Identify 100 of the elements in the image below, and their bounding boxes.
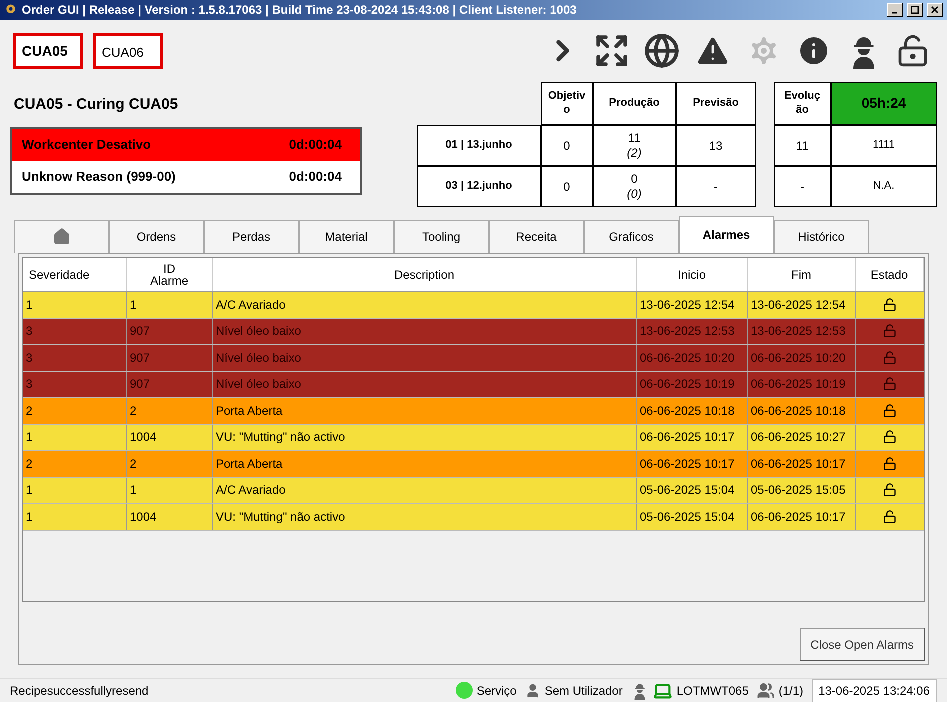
- production-subcount: (0): [627, 186, 642, 202]
- severity-value: 2: [26, 456, 33, 473]
- end-time: 06-06-2025 10:18: [751, 402, 846, 420]
- alarm-description: Nível óleo baixo: [216, 323, 302, 340]
- end-time: 06-06-2025 10:27: [751, 429, 846, 446]
- production-count: 11: [628, 130, 641, 146]
- tab[interactable]: Histórico: [774, 220, 869, 253]
- alarm-row[interactable]: 1 1 A/C Avariado 05-06-2025 15:04 05-06-2025 15:05: [23, 478, 924, 504]
- globe-icon[interactable]: [644, 33, 680, 69]
- table-cell: N.A.: [831, 166, 937, 207]
- tab[interactable]: Alarmes: [679, 216, 774, 253]
- table-cell: 0: [541, 125, 593, 166]
- end-time: 06-06-2025 10:17: [751, 508, 846, 526]
- alarm-description: VU: "Mutting" não activo: [216, 508, 346, 526]
- status-datetime: 13-06-2025 13:24:06: [812, 678, 937, 702]
- user-icon: [524, 682, 541, 698]
- alarm-row[interactable]: 1 1004 VU: "Mutting" não activo 06-06-2025 10:17 06-06-2025 10:27: [23, 424, 924, 451]
- service-label: Serviço: [476, 682, 517, 700]
- production-count: 0: [631, 172, 638, 186]
- expand-icon[interactable]: [594, 33, 630, 69]
- table-cell: -: [774, 166, 831, 207]
- table-cell: 13: [676, 125, 756, 166]
- end-time: 13-06-2025 12:53: [751, 323, 846, 340]
- severity-value: 1: [26, 482, 33, 500]
- unlock-icon: [883, 377, 897, 392]
- unlock-icon: [883, 350, 897, 365]
- column-header: Previsão: [676, 82, 756, 125]
- end-time: 05-06-2025 15:05: [751, 482, 846, 500]
- unlock-icon: [883, 483, 897, 498]
- severity-value: 3: [26, 376, 33, 394]
- shift-cell: 03 | 12.junho: [417, 166, 541, 207]
- home-tab[interactable]: [14, 220, 109, 253]
- alarm-description: VU: "Mutting" não activo: [216, 429, 346, 446]
- end-time: 06-06-2025 10:20: [751, 350, 846, 367]
- column-header: Description: [213, 258, 637, 291]
- session-count: (1/1): [778, 682, 804, 700]
- unlock-icon[interactable]: [896, 34, 930, 68]
- table-cell: 0: [541, 166, 593, 207]
- severity-value: 1: [26, 429, 33, 446]
- end-time: 13-06-2025 12:54: [751, 296, 846, 314]
- alarm-description: Nível óleo baixo: [216, 350, 302, 367]
- column-header: ID Alarme: [127, 258, 213, 291]
- alarm-id: 907: [130, 323, 150, 340]
- table-cell: 1111: [831, 125, 937, 166]
- column-header: Fim: [748, 258, 856, 291]
- start-time: 06-06-2025 10:17: [640, 456, 735, 473]
- alarm-id: 907: [130, 350, 150, 367]
- alarm-id: 1004: [130, 508, 157, 526]
- table-cell: -: [676, 166, 756, 207]
- alarm-description: Porta Aberta: [216, 402, 283, 420]
- close-button[interactable]: [927, 3, 943, 17]
- alarm-row[interactable]: 2 2 Porta Aberta 06-06-2025 10:18 06-06-2025 10:18: [23, 398, 924, 424]
- unlock-icon: [883, 298, 897, 312]
- alarm-row[interactable]: 1 1 A/C Avariado 13-06-2025 12:54 13-06-2025 12:54: [23, 292, 924, 318]
- alarm-row[interactable]: 1 1004 VU: "Mutting" não activo 05-06-2025 15:04 06-06-2025 10:17: [23, 504, 924, 530]
- maximize-icon: [911, 6, 919, 14]
- column-header: Inicio: [637, 258, 748, 291]
- status-duration: 0d:00:04: [289, 168, 343, 186]
- unlock-icon: [883, 510, 897, 524]
- tab[interactable]: Tooling: [394, 220, 489, 253]
- column-header: Objetiv o: [541, 82, 593, 125]
- tab[interactable]: Ordens: [109, 220, 204, 253]
- maximize-button[interactable]: [907, 3, 923, 17]
- alarm-description: A/C Avariado: [216, 482, 286, 500]
- start-time: 06-06-2025 10:18: [640, 402, 735, 420]
- start-time: 06-06-2025 10:17: [640, 429, 735, 446]
- tab[interactable]: Perdas: [204, 220, 299, 253]
- status-reason: Unknow Reason (999-00): [22, 168, 176, 186]
- start-time: 13-06-2025 12:53: [640, 323, 735, 340]
- alarm-id: 2: [130, 402, 137, 420]
- unlock-icon: [883, 430, 897, 444]
- severity-value: 1: [26, 508, 33, 526]
- shift-cell: 01 | 13.junho: [417, 125, 541, 166]
- severity-value: 3: [26, 350, 33, 367]
- alarm-id: 2: [130, 456, 137, 473]
- workcenter-title: CUA05 - Curing CUA05: [13, 95, 180, 115]
- alarm-row[interactable]: 2 2 Porta Aberta 06-06-2025 10:17 06-06-2025 10:17: [23, 451, 924, 478]
- status-reason: Workcenter Desativo: [22, 136, 152, 154]
- close-alarms-button[interactable]: Close Open Alarms: [800, 628, 925, 661]
- start-time: 06-06-2025 10:20: [640, 350, 735, 367]
- end-time: 06-06-2025 10:17: [751, 456, 846, 473]
- minimize-button[interactable]: [887, 3, 903, 17]
- alarm-id: 907: [130, 376, 150, 394]
- status-message: Recipesuccessfullyresend: [10, 682, 149, 700]
- column-header: Severidade: [23, 258, 127, 291]
- tab[interactable]: Receita: [489, 220, 584, 253]
- tab[interactable]: Graficos: [584, 220, 679, 253]
- severity-value: 2: [26, 402, 33, 420]
- production-subcount: (2): [627, 146, 642, 160]
- machine-name: LOTMWT065: [676, 682, 749, 700]
- tab[interactable]: Material: [299, 220, 394, 253]
- station-button[interactable]: CUA06: [93, 33, 163, 69]
- station-button[interactable]: CUA05: [13, 33, 83, 69]
- start-time: 06-06-2025 10:19: [640, 376, 735, 394]
- alarm-id: 1: [130, 296, 137, 314]
- alarm-description: Nível óleo baixo: [216, 376, 302, 394]
- column-header: Estado: [856, 258, 924, 291]
- end-time: 06-06-2025 10:19: [751, 376, 846, 394]
- alarm-id: 1004: [130, 429, 157, 446]
- unlock-icon: [883, 324, 897, 338]
